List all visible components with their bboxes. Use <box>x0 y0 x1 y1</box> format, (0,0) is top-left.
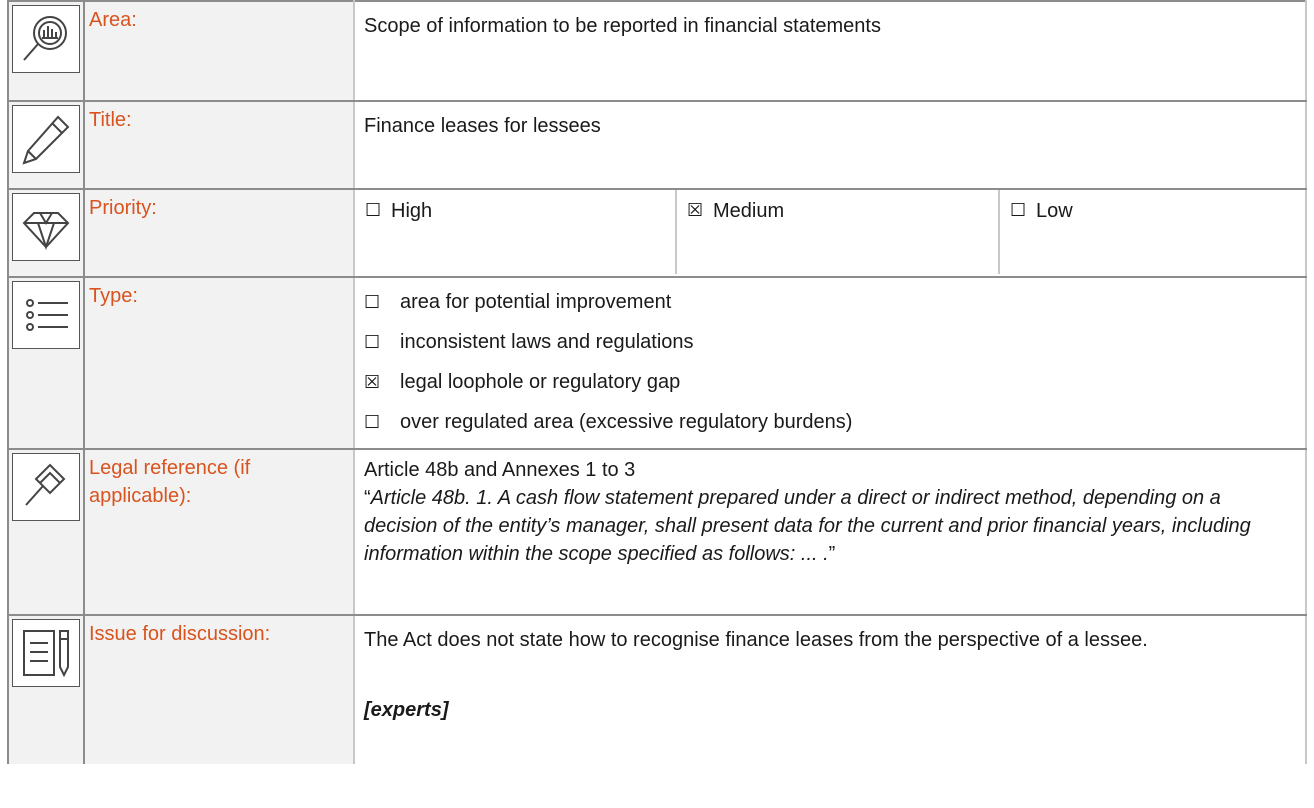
issue-label: Issue for discussion: <box>89 623 271 645</box>
issue-text: The Act does not state how to recognise … <box>364 629 1148 651</box>
quote-close: ” <box>828 543 836 565</box>
gavel-icon <box>12 453 80 521</box>
checkbox-high[interactable]: ☐ <box>365 200 391 221</box>
type-option-label: over regulated area (excessive regulator… <box>400 410 853 433</box>
priority-option-label: Low <box>1036 200 1073 222</box>
checkbox[interactable]: ☐ <box>364 292 400 313</box>
row-type: Type: ☐ area for potential improvement ☐ i… <box>7 276 1307 450</box>
type-option[interactable]: ☒ legal loophole or regulatory gap <box>364 362 1295 402</box>
issue-content: The Act does not state how to recognise … <box>355 616 1305 724</box>
type-option-label: legal loophole or regulatory gap <box>400 370 681 393</box>
quote-open: “ <box>364 487 371 509</box>
type-option-label: inconsistent laws and regulations <box>400 330 694 353</box>
checkbox-low[interactable]: ☐ <box>1010 200 1036 221</box>
type-option[interactable]: ☐ area for potential improvement <box>364 282 1295 322</box>
checkbox[interactable]: ☒ <box>364 372 400 393</box>
legal-reference-article: Article 48b and Annexes 1 to 3 <box>364 459 636 481</box>
list-icon <box>12 281 80 349</box>
type-option[interactable]: ☐ inconsistent laws and regulations <box>364 322 1295 362</box>
priority-option-low[interactable]: ☐ Low <box>1000 190 1305 274</box>
priority-option-label: High <box>391 200 433 222</box>
priority-label: Priority: <box>89 197 157 219</box>
document-pen-icon <box>12 619 80 687</box>
area-label: Area: <box>89 9 137 31</box>
row-issue: Issue for discussion: The Act does not s… <box>7 614 1307 764</box>
priority-options: ☐ High ☒ Medium ☐ Low <box>355 190 1305 274</box>
area-value: Scope of information to be reported in f… <box>364 15 881 37</box>
checkbox[interactable]: ☐ <box>364 332 400 353</box>
row-legal-reference: Legal reference (if applicable): Article… <box>7 448 1307 616</box>
diamond-icon <box>12 193 80 261</box>
legal-reference-content: Article 48b and Annexes 1 to 3 “Article … <box>355 450 1305 568</box>
type-options: ☐ area for potential improvement ☐ inconsi… <box>355 278 1305 442</box>
magnifier-chart-icon <box>12 5 80 73</box>
type-option-label: area for potential improvement <box>400 290 672 313</box>
priority-option-label: Medium <box>713 200 785 222</box>
pencil-icon <box>12 105 80 173</box>
issue-form-table: Area: Scope of information to be reporte… <box>7 0 1307 764</box>
legal-quote: “Article 48b. 1. A cash flow statement p… <box>364 484 1295 568</box>
legal-reference-label: Legal reference (if applicable): <box>89 457 251 507</box>
title-label: Title: <box>89 109 132 131</box>
priority-option-high[interactable]: ☐ High <box>355 190 677 274</box>
title-value: Finance leases for lessees <box>364 115 601 137</box>
legal-quote-text: Article 48b. 1. A cash flow statement pr… <box>364 487 1251 565</box>
row-priority: Priority: ☐ High ☒ Medium ☐ Low <box>7 188 1307 278</box>
checkbox-medium[interactable]: ☒ <box>687 200 713 221</box>
checkbox[interactable]: ☐ <box>364 412 400 433</box>
priority-option-medium[interactable]: ☒ Medium <box>677 190 1000 274</box>
row-title: Title: Finance leases for lessees <box>7 100 1307 190</box>
row-area: Area: Scope of information to be reporte… <box>7 0 1307 102</box>
type-option[interactable]: ☐ over regulated area (excessive regulato… <box>364 402 1295 442</box>
experts-note: [experts] <box>364 699 449 721</box>
type-label: Type: <box>89 285 138 307</box>
